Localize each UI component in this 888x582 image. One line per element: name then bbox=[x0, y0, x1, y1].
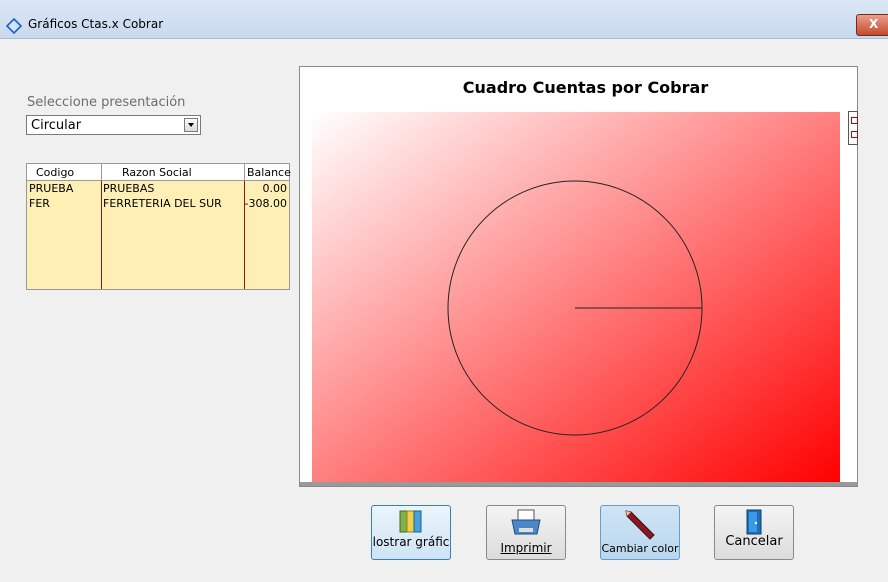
header-divider bbox=[244, 164, 245, 180]
mostrar-grafico-label: lostrar gráfic bbox=[372, 535, 450, 549]
mostrar-grafico-button[interactable]: lostrar gráfic bbox=[371, 505, 451, 560]
cambiar-color-button[interactable]: Cambiar color bbox=[600, 505, 680, 560]
presentation-select[interactable]: Circular bbox=[26, 115, 201, 135]
legend-swatch bbox=[851, 131, 858, 138]
chart-title: Cuadro Cuentas por Cobrar bbox=[462, 78, 709, 97]
books-icon bbox=[399, 510, 422, 533]
window-title: Gráficos Ctas.x Cobrar bbox=[28, 17, 164, 31]
cell-codigo: FER bbox=[29, 197, 50, 210]
cancelar-label: Cancelar bbox=[725, 534, 783, 549]
column-header-balance[interactable]: Balance bbox=[247, 166, 291, 179]
pie-chart bbox=[312, 112, 840, 482]
table-row[interactable]: PRUEBA PRUEBAS 0.00 bbox=[27, 182, 289, 196]
imprimir-label: Imprimir bbox=[500, 541, 552, 555]
column-header-codigo[interactable]: Codigo bbox=[36, 166, 74, 179]
close-icon: X bbox=[869, 17, 879, 31]
accounts-table: Codigo Razon Social Balance PRUEBA PRUEB… bbox=[26, 163, 291, 290]
legend-swatch bbox=[851, 117, 858, 124]
close-button[interactable]: X bbox=[856, 14, 888, 36]
cell-balance: 0.00 bbox=[262, 182, 288, 195]
header-divider bbox=[101, 164, 102, 180]
printer-icon bbox=[511, 509, 541, 535]
table-header: Codigo Razon Social Balance bbox=[27, 164, 291, 181]
chart-legend bbox=[848, 111, 858, 145]
cambiar-color-label: Cambiar color bbox=[601, 542, 679, 555]
chart-panel: Cuadro Cuentas por Cobrar bbox=[299, 66, 858, 487]
pen-icon bbox=[625, 510, 655, 540]
chart-background bbox=[312, 112, 840, 482]
table-row[interactable]: FER FERRETERIA DEL SUR -308.00 bbox=[27, 197, 289, 211]
diamond-icon bbox=[5, 17, 23, 35]
cell-razon-social: FERRETERIA DEL SUR bbox=[103, 197, 222, 210]
panel-shadow bbox=[300, 482, 857, 486]
cell-codigo: PRUEBA bbox=[29, 182, 74, 195]
cell-razon-social: PRUEBAS bbox=[103, 182, 155, 195]
presentation-label: Seleccione presentación bbox=[27, 95, 186, 110]
column-header-razon-social[interactable]: Razon Social bbox=[122, 166, 192, 179]
door-icon bbox=[746, 509, 762, 535]
presentation-value: Circular bbox=[31, 118, 82, 133]
imprimir-button[interactable]: Imprimir bbox=[486, 505, 566, 560]
chevron-down-icon[interactable] bbox=[184, 118, 198, 132]
cell-balance: -308.00 bbox=[244, 197, 287, 210]
title-bar: Gráficos Ctas.x Cobrar X bbox=[0, 0, 888, 39]
cancelar-button[interactable]: Cancelar bbox=[714, 505, 794, 560]
